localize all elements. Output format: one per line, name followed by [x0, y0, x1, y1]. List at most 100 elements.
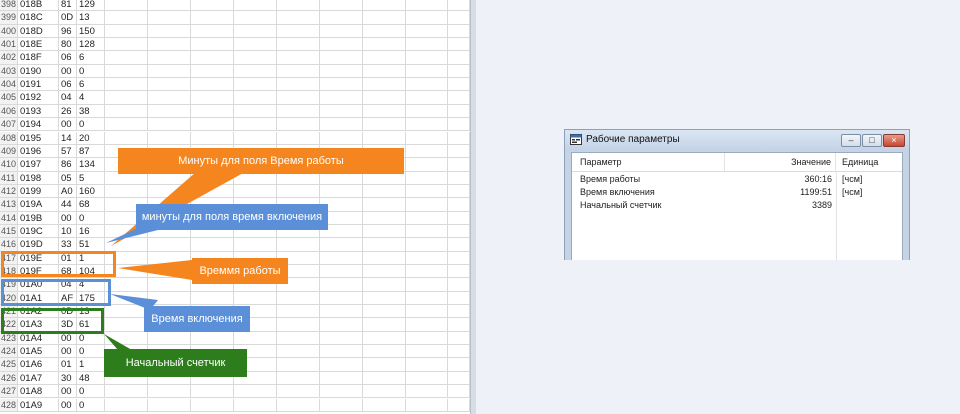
empty-cell[interactable]	[320, 318, 363, 332]
empty-cell[interactable]	[448, 171, 470, 185]
row-number-cell[interactable]: 420	[0, 291, 18, 306]
empty-cell[interactable]	[105, 0, 148, 12]
empty-cell[interactable]	[277, 51, 320, 65]
row-number-cell[interactable]: 428	[0, 398, 18, 412]
decimal-value-cell[interactable]: 0	[77, 118, 105, 132]
empty-cell[interactable]	[448, 24, 470, 39]
empty-cell[interactable]	[406, 398, 448, 412]
list-item[interactable]: Начальный счетчик 3389	[572, 199, 902, 212]
empty-cell[interactable]	[234, 184, 277, 199]
maximize-button[interactable]: □	[862, 134, 882, 147]
empty-cell[interactable]	[320, 184, 363, 199]
empty-cell[interactable]	[105, 64, 148, 79]
empty-cell[interactable]	[406, 131, 448, 145]
empty-cell[interactable]	[320, 265, 363, 279]
empty-cell[interactable]	[363, 291, 406, 306]
empty-cell[interactable]	[148, 91, 191, 105]
empty-cell[interactable]	[191, 131, 234, 145]
empty-cell[interactable]	[277, 11, 320, 25]
empty-cell[interactable]	[406, 318, 448, 332]
address-cell[interactable]: 01A3	[18, 318, 59, 332]
row-number-cell[interactable]: 403	[0, 64, 18, 79]
row-number-cell[interactable]: 414	[0, 211, 18, 225]
address-cell[interactable]: 0191	[18, 78, 59, 92]
empty-cell[interactable]	[148, 0, 191, 12]
row-number-cell[interactable]: 417	[0, 251, 18, 265]
empty-cell[interactable]	[406, 24, 448, 39]
hex-value-cell[interactable]: 00	[59, 211, 77, 225]
row-number-cell[interactable]: 422	[0, 318, 18, 332]
empty-cell[interactable]	[406, 238, 448, 252]
decimal-value-cell[interactable]: 128	[77, 38, 105, 52]
row-number-cell[interactable]: 424	[0, 345, 18, 359]
empty-cell[interactable]	[277, 38, 320, 52]
empty-cell[interactable]	[363, 131, 406, 145]
empty-cell[interactable]	[320, 24, 363, 39]
empty-cell[interactable]	[448, 64, 470, 79]
window-titlebar[interactable]: Рабочие параметры – □ ×	[565, 130, 909, 150]
empty-cell[interactable]	[363, 51, 406, 65]
empty-cell[interactable]	[234, 238, 277, 252]
empty-cell[interactable]	[320, 118, 363, 132]
address-cell[interactable]: 01A1	[18, 291, 59, 306]
hex-value-cell[interactable]: 00	[59, 331, 77, 346]
empty-cell[interactable]	[148, 278, 191, 292]
address-cell[interactable]: 018E	[18, 38, 59, 52]
decimal-value-cell[interactable]: 1	[77, 251, 105, 265]
decimal-value-cell[interactable]: 129	[77, 0, 105, 12]
empty-cell[interactable]	[363, 38, 406, 52]
empty-cell[interactable]	[363, 0, 406, 12]
empty-cell[interactable]	[191, 184, 234, 199]
empty-cell[interactable]	[277, 64, 320, 79]
empty-cell[interactable]	[363, 198, 406, 212]
decimal-value-cell[interactable]: 5	[77, 171, 105, 185]
empty-cell[interactable]	[105, 24, 148, 39]
empty-cell[interactable]	[234, 331, 277, 346]
empty-cell[interactable]	[363, 318, 406, 332]
address-cell[interactable]: 0190	[18, 64, 59, 79]
row-number-cell[interactable]: 415	[0, 224, 18, 239]
empty-cell[interactable]	[406, 198, 448, 212]
empty-cell[interactable]	[277, 345, 320, 359]
address-cell[interactable]: 01A6	[18, 358, 59, 372]
row-number-cell[interactable]: 409	[0, 144, 18, 159]
empty-cell[interactable]	[406, 51, 448, 65]
hex-value-cell[interactable]: AF	[59, 291, 77, 306]
row-number-cell[interactable]: 412	[0, 184, 18, 199]
empty-cell[interactable]	[105, 251, 148, 265]
empty-cell[interactable]	[406, 305, 448, 319]
empty-cell[interactable]	[448, 198, 470, 212]
empty-cell[interactable]	[277, 318, 320, 332]
address-cell[interactable]: 01A4	[18, 331, 59, 346]
empty-cell[interactable]	[148, 398, 191, 412]
empty-cell[interactable]	[320, 331, 363, 346]
empty-cell[interactable]	[363, 331, 406, 346]
hex-value-cell[interactable]: 80	[59, 38, 77, 52]
empty-cell[interactable]	[234, 118, 277, 132]
decimal-value-cell[interactable]: 6	[77, 51, 105, 65]
decimal-value-cell[interactable]: 13	[77, 305, 105, 319]
empty-cell[interactable]	[105, 11, 148, 25]
empty-cell[interactable]	[234, 104, 277, 119]
hex-value-cell[interactable]: 00	[59, 345, 77, 359]
address-cell[interactable]: 0198	[18, 171, 59, 185]
empty-cell[interactable]	[406, 358, 448, 372]
empty-cell[interactable]	[105, 278, 148, 292]
row-number-cell[interactable]: 425	[0, 358, 18, 372]
empty-cell[interactable]	[191, 51, 234, 65]
empty-cell[interactable]	[448, 398, 470, 412]
address-cell[interactable]: 019B	[18, 211, 59, 225]
decimal-value-cell[interactable]: 51	[77, 238, 105, 252]
empty-cell[interactable]	[406, 78, 448, 92]
empty-cell[interactable]	[320, 358, 363, 372]
hex-value-cell[interactable]: 05	[59, 171, 77, 185]
empty-cell[interactable]	[406, 104, 448, 119]
address-cell[interactable]: 0195	[18, 131, 59, 145]
empty-cell[interactable]	[105, 104, 148, 119]
empty-cell[interactable]	[234, 291, 277, 306]
address-cell[interactable]: 019A	[18, 198, 59, 212]
close-button[interactable]: ×	[883, 134, 905, 147]
empty-cell[interactable]	[406, 171, 448, 185]
empty-cell[interactable]	[191, 118, 234, 132]
empty-cell[interactable]	[105, 318, 148, 332]
